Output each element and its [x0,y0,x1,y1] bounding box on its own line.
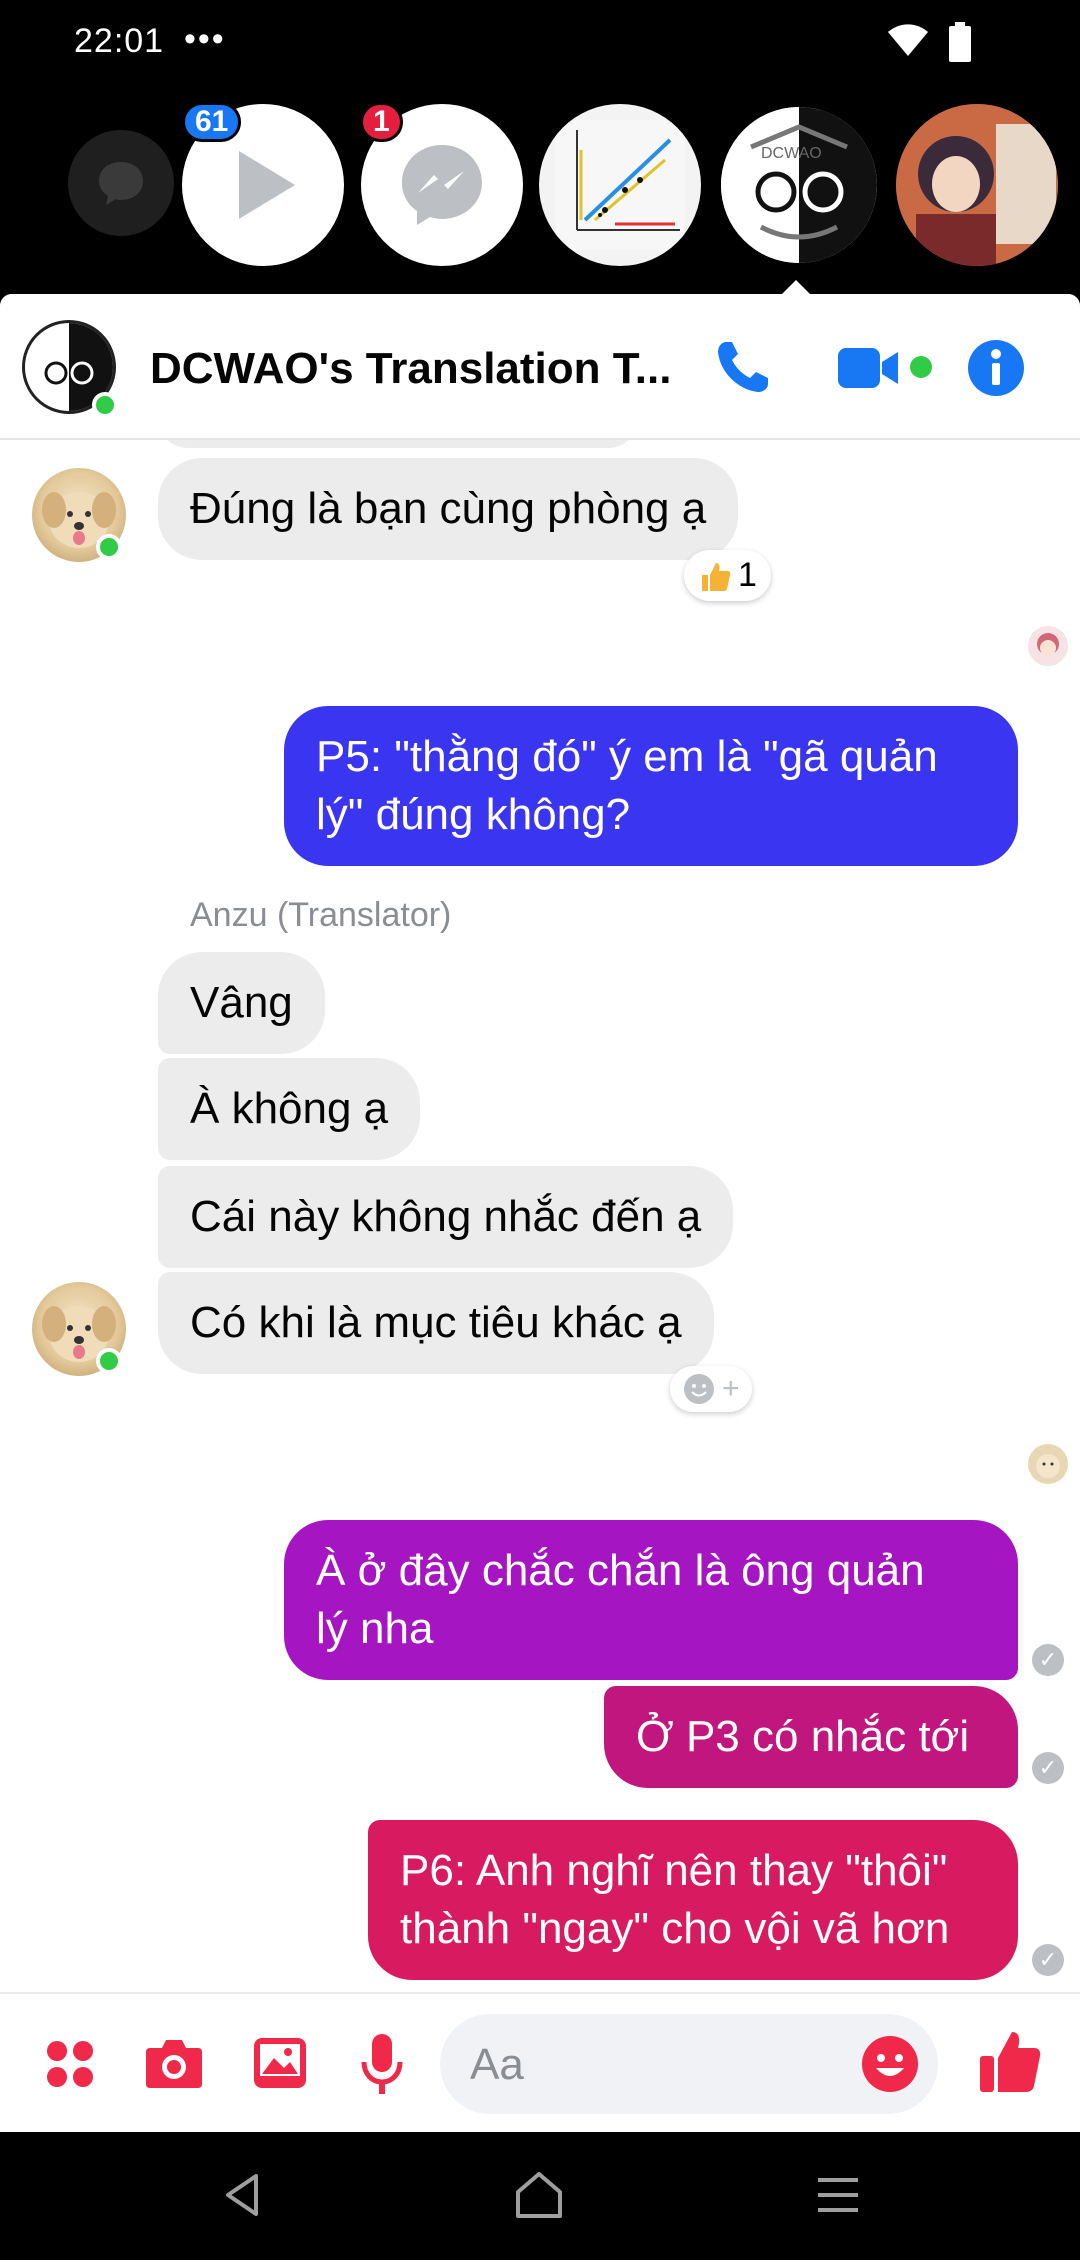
delivered-check-icon: ✓ [1032,1752,1064,1784]
message-line: À ở đây chắc chắn là ông quản [316,1546,925,1595]
chat-panel: DCWAO's Translation T... Đúng là bạn cùn… [0,294,1080,2132]
back-icon[interactable] [222,2172,262,2218]
delivered-check-icon: ✓ [1032,1644,1064,1676]
delivered-check-icon: ✓ [1032,1944,1064,1976]
chat-bubble-icon [99,162,143,205]
status-time: 22:01 [74,22,165,60]
message-line: P5: "thằng đó" ý em là "gã quản [316,732,938,781]
message-line: thành "ngay" cho vội vã hơn [400,1904,950,1953]
chat-head-messages[interactable] [68,130,174,236]
sender-online-indicator [96,534,122,560]
video-unread-badge: 61 [182,102,242,142]
microphone-icon[interactable] [360,2032,404,2096]
message-outgoing[interactable]: Ở P3 có nhắc tới [604,1686,1018,1788]
sender-online-indicator [96,1348,122,1374]
message-incoming[interactable]: Đúng là bạn cùng phòng ạ [158,458,739,560]
camera-icon[interactable] [144,2036,204,2090]
previous-message-edge [158,440,638,448]
message-incoming[interactable]: Cái này không nhắc đến ạ [158,1166,734,1268]
wifi-icon [888,24,928,56]
messenger-unread-badge: 1 [360,102,403,142]
message-input[interactable]: Aa [440,2014,938,2114]
graph-thumbnail-icon [555,120,685,250]
message-input-placeholder: Aa [470,2040,524,2089]
chat-head-anime-avatar[interactable] [896,104,1058,266]
chat-title[interactable]: DCWAO's Translation T... [150,344,671,394]
sender-name: Anzu (Translator) [190,896,452,934]
menu-icon[interactable] [816,2176,860,2214]
more-actions-icon[interactable] [44,2038,96,2090]
dcwao-logo-text: DCWAO [761,145,822,162]
battery-icon [949,22,971,62]
messenger-icon [402,145,482,225]
status-bar: 22:01 ••• [0,0,1080,90]
message-outgoing[interactable]: À ở đây chắc chắn là ông quản lý nha [284,1520,1018,1680]
message-line: lý" đúng không? [316,790,631,839]
gallery-icon[interactable] [252,2036,308,2090]
add-reaction-plus: + [722,1372,740,1405]
emoji-icon[interactable] [860,2034,920,2094]
anime-avatar-image [896,104,1058,266]
status-notification-dots: ••• [184,20,226,58]
dcwao-logo-icon [721,107,877,263]
message-incoming[interactable]: À không ạ [158,1058,421,1160]
message-line: P6: Anh nghĩ nên thay "thôi" [400,1846,948,1895]
message-incoming[interactable]: Có khi là mục tiêu khác ạ [158,1272,714,1374]
reaction-count: 1 [738,556,757,594]
smiley-add-icon [684,1374,714,1404]
message-incoming[interactable]: Vâng [158,952,325,1054]
video-active-indicator [910,356,932,378]
message-line: lý nha [316,1604,434,1653]
home-icon[interactable] [514,2170,564,2218]
dog-mini-icon [1028,1444,1068,1484]
chat-heads-bar: DCWAO 61 1 [0,90,1080,386]
group-online-indicator [92,392,118,418]
thumbs-up-reaction-icon [702,562,731,591]
message-reaction[interactable]: 1 [684,550,771,601]
info-icon[interactable] [966,338,1026,398]
message-composer: Aa [0,1992,1080,2132]
chat-head-dcwao[interactable]: DCWAO [718,104,880,266]
video-call-icon[interactable] [838,344,902,392]
chat-header: DCWAO's Translation T... [0,294,1080,440]
system-navigation-bar [0,2132,1080,2260]
phone-icon[interactable] [712,338,772,398]
message-outgoing[interactable]: P5: "thằng đó" ý em là "gã quản lý" đúng… [284,706,1018,866]
message-list: Đúng là bạn cùng phòng ạ 1 P5: "thằng đó… [0,440,1080,1992]
thumbs-up-icon[interactable] [978,2028,1042,2094]
seen-by-avatar [1028,1444,1068,1484]
screen: { "status_bar": {"time": "22:01", "dots"… [0,0,1080,2260]
video-play-icon [239,151,295,219]
chat-head-graph[interactable] [539,104,701,266]
add-reaction-button[interactable]: + [670,1366,752,1412]
seen-by-avatar [1028,626,1068,666]
message-outgoing[interactable]: P6: Anh nghĩ nên thay "thôi" thành "ngay… [368,1820,1018,1980]
anime-girl-mini-icon [1028,626,1068,666]
